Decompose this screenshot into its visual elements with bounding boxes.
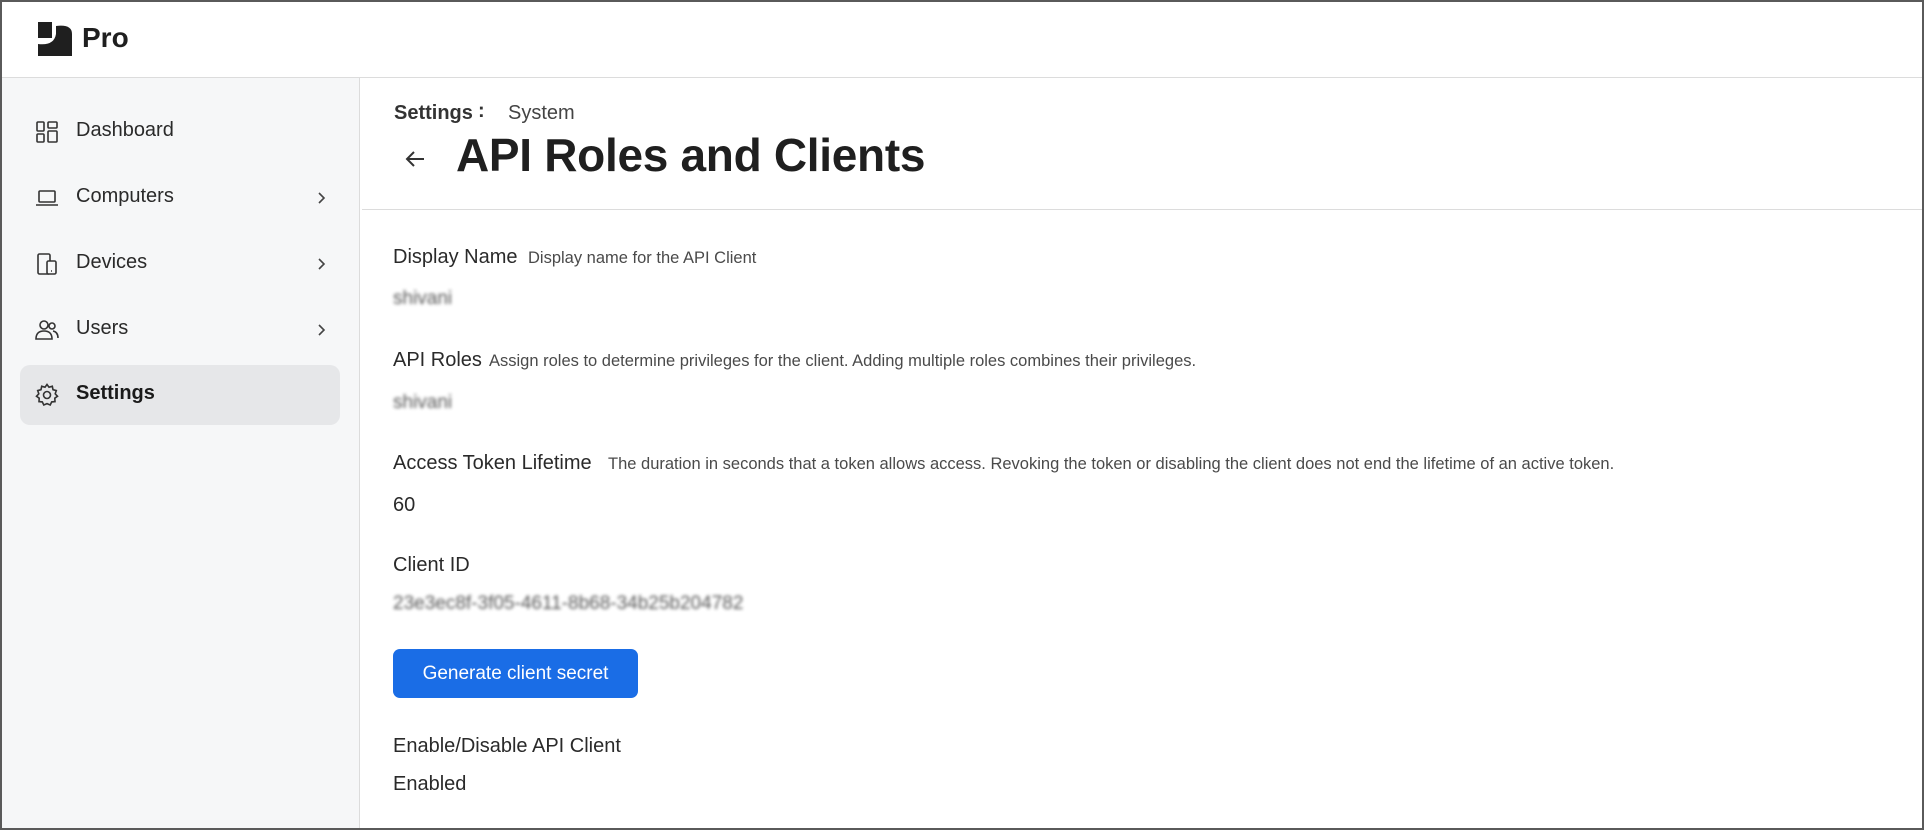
brand-logo-icon[interactable] bbox=[36, 20, 74, 58]
laptop-icon bbox=[36, 190, 58, 206]
generate-client-secret-button[interactable]: Generate client secret bbox=[393, 649, 638, 698]
app-window: Pro Dashboard Computers Devices Users Se… bbox=[0, 0, 1924, 830]
client-id-value: 23e3ec8f-3f05-4611-8b68-34b25b204782 bbox=[393, 593, 744, 614]
gear-icon bbox=[35, 383, 59, 407]
api-roles-label: API Roles bbox=[393, 349, 482, 371]
sidebar-item-label: Computers bbox=[76, 185, 174, 207]
users-icon bbox=[35, 320, 59, 340]
sidebar-item-devices[interactable]: Devices bbox=[20, 234, 340, 294]
chevron-right-icon bbox=[318, 324, 326, 336]
sidebar: Dashboard Computers Devices Users Settin… bbox=[2, 78, 360, 828]
sidebar-item-settings[interactable]: Settings bbox=[20, 365, 340, 425]
devices-icon bbox=[37, 253, 57, 275]
brand-name: Pro bbox=[82, 22, 129, 53]
sidebar-item-label: Dashboard bbox=[76, 119, 174, 141]
chevron-right-icon bbox=[318, 258, 326, 270]
sidebar-item-users[interactable]: Users bbox=[20, 300, 340, 360]
display-name-value: shivani bbox=[393, 288, 453, 309]
breadcrumb-separator: : bbox=[478, 100, 485, 122]
display-name-description: Display name for the API Client bbox=[528, 249, 757, 267]
client-id-label: Client ID bbox=[393, 554, 470, 576]
page-title: API Roles and Clients bbox=[456, 129, 926, 181]
token-lifetime-description: The duration in seconds that a token all… bbox=[608, 455, 1615, 473]
api-roles-description: Assign roles to determine privileges for… bbox=[489, 352, 1197, 370]
display-name-label: Display Name bbox=[393, 246, 518, 268]
dashboard-icon bbox=[36, 121, 58, 143]
sidebar-item-dashboard[interactable]: Dashboard bbox=[20, 102, 340, 162]
sidebar-item-label: Users bbox=[76, 317, 129, 339]
enable-disable-value: Enabled bbox=[393, 773, 467, 795]
api-roles-value: shivani bbox=[393, 392, 453, 413]
chevron-right-icon bbox=[318, 192, 326, 204]
sidebar-item-label: Settings bbox=[76, 382, 155, 404]
page-header: Settings : System API Roles and Clients bbox=[362, 78, 1922, 210]
back-arrow-icon[interactable] bbox=[402, 146, 428, 172]
token-lifetime-label: Access Token Lifetime bbox=[393, 452, 592, 474]
token-lifetime-value: 60 bbox=[393, 494, 416, 516]
breadcrumb-current[interactable]: System bbox=[508, 102, 575, 125]
breadcrumb-settings-link[interactable]: Settings bbox=[394, 102, 473, 125]
enable-disable-label: Enable/Disable API Client bbox=[393, 735, 621, 757]
sidebar-item-label: Devices bbox=[76, 251, 148, 273]
sidebar-item-computers[interactable]: Computers bbox=[20, 168, 340, 228]
top-bar: Pro bbox=[2, 2, 1922, 78]
